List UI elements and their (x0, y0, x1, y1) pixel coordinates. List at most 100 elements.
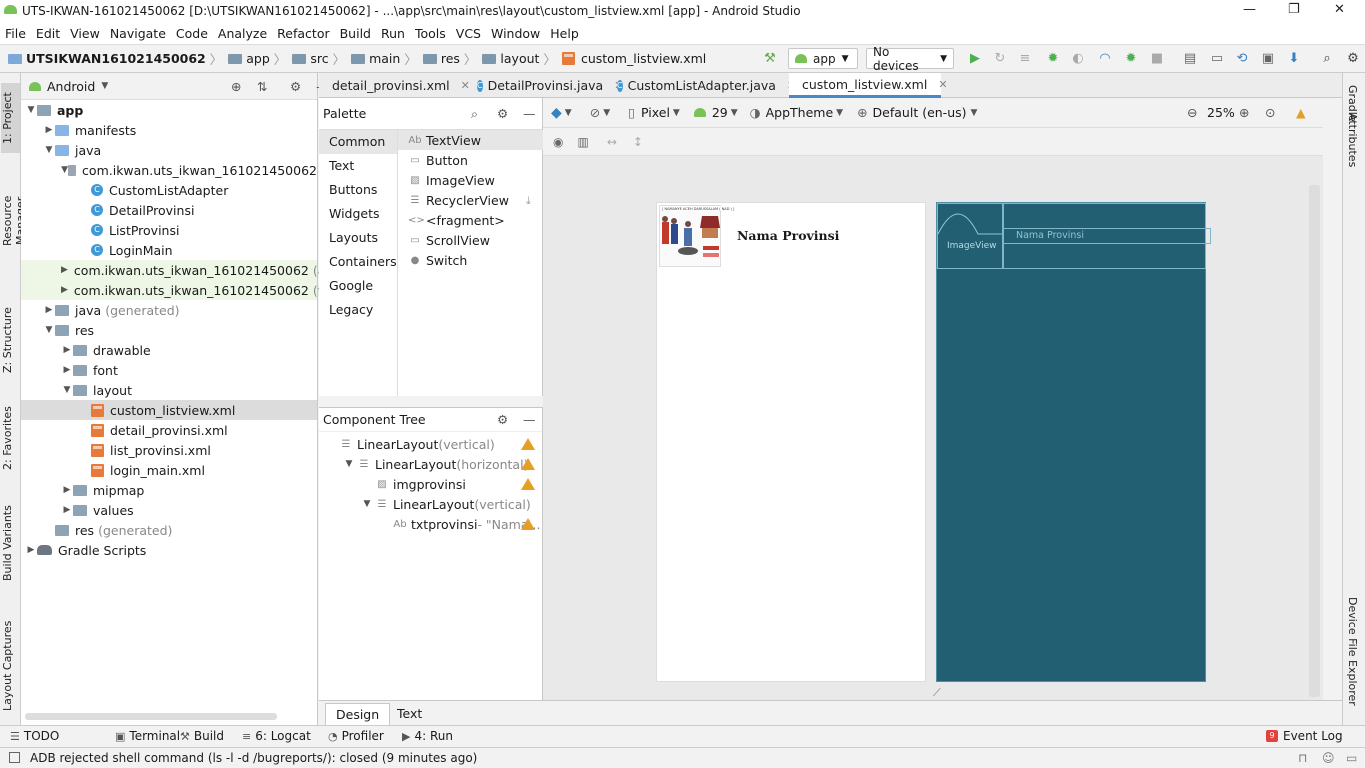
tree-item[interactable]: ▶ mipmap (21, 480, 317, 500)
chevron-down-icon[interactable]: ▼ (836, 108, 843, 118)
settings-icon[interactable]: ⚙ (1345, 51, 1361, 67)
palette-item[interactable]: <> <fragment> (398, 210, 544, 230)
chevron-down-icon[interactable]: ▼ (61, 165, 68, 175)
menu-code[interactable]: Code (176, 26, 208, 41)
event-log-button[interactable]: Event Log (1283, 729, 1343, 743)
imageview-blueprint[interactable]: ImageView (937, 203, 1003, 269)
warning-icon[interactable] (521, 478, 535, 490)
chevron-right-icon[interactable]: ▶ (61, 365, 73, 375)
tree-item[interactable]: login_main.xml (21, 460, 317, 480)
breadcrumb-layout[interactable]: layout (500, 51, 539, 66)
palette-category-google[interactable]: Google (319, 274, 397, 298)
tree-item[interactable]: C CustomListAdapter (21, 180, 317, 200)
theme-select[interactable]: AppTheme (766, 105, 834, 120)
tool-tab-device-file-explorer[interactable]: Device File Explorer (1346, 597, 1359, 706)
breadcrumb-app[interactable]: app (246, 51, 270, 66)
avd-manager-icon[interactable]: ▭ (1209, 51, 1225, 67)
menu-refactor[interactable]: Refactor (277, 26, 329, 41)
tree-item[interactable]: ▶ Gradle Scripts (21, 540, 317, 560)
palette-category-legacy[interactable]: Legacy (319, 298, 397, 322)
layout-inspector-icon[interactable]: ⬇ (1286, 51, 1302, 67)
tool-window-button[interactable]: ≡ 6: Logcat (242, 729, 311, 743)
editor-tab[interactable]: CDetailProvinsi.java✕ (469, 73, 623, 98)
settings-icon[interactable]: ⚙ (497, 412, 508, 427)
breadcrumb-main[interactable]: main (369, 51, 400, 66)
collapse-all-icon[interactable]: ⇅ (257, 79, 267, 94)
editor-tab[interactable]: CCustomListAdapter.java✕ (609, 73, 796, 98)
tree-item[interactable]: ▼ res (21, 320, 317, 340)
imgprovinsi-preview[interactable]: [ NAMANYE ACEH DARUSSALAM ( NAD ) ] (659, 205, 734, 267)
tree-item[interactable]: list_provinsi.xml (21, 440, 317, 460)
chevron-right-icon[interactable]: ▶ (43, 125, 55, 135)
device-select[interactable]: Pixel (641, 105, 670, 120)
chevron-down-icon[interactable]: ▼ (25, 105, 37, 115)
close-icon[interactable]: ✕ (1334, 2, 1345, 17)
tree-item[interactable]: C LoginMain (21, 240, 317, 260)
breadcrumb-src[interactable]: src (310, 51, 328, 66)
tree-item[interactable]: C DetailProvinsi (21, 200, 317, 220)
menu-help[interactable]: Help (550, 26, 579, 41)
menu-edit[interactable]: Edit (36, 26, 60, 41)
menu-run[interactable]: Run (381, 26, 405, 41)
tree-item[interactable]: ▶ values (21, 500, 317, 520)
run-config-select[interactable]: app ▼ (788, 48, 858, 69)
maximize-icon[interactable]: ❐ (1288, 2, 1300, 17)
palette-category-buttons[interactable]: Buttons (319, 178, 397, 202)
settings-icon[interactable]: ⚙ (290, 79, 301, 94)
chevron-down-icon[interactable]: ▼ (731, 108, 738, 118)
stop-icon[interactable]: ■ (1149, 51, 1165, 67)
locale-select[interactable]: Default (en-us) (873, 105, 967, 120)
chevron-right-icon[interactable]: ▶ (43, 305, 55, 315)
orientation-icon[interactable]: ⊘ (590, 105, 600, 120)
tool-tab-project[interactable]: 1: Project (1, 83, 20, 153)
palette-category-widgets[interactable]: Widgets (319, 202, 397, 226)
breadcrumb-res[interactable]: res (441, 51, 460, 66)
tool-window-button[interactable]: ▣ Terminal (115, 729, 180, 743)
search-icon[interactable]: ⌕ (1319, 51, 1335, 67)
profile-icon[interactable]: ◠ (1097, 51, 1113, 67)
horizontal-scrollbar[interactable] (25, 713, 277, 720)
notifications-icon[interactable]: ▭ (1346, 751, 1357, 765)
chevron-down-icon[interactable]: ▼ (101, 81, 108, 91)
component-tree-item[interactable]: Ab txtprovinsi - "Nama... (319, 514, 541, 534)
debug-icon[interactable]: ✹ (1045, 51, 1061, 67)
tree-item[interactable]: ▶com.ikwan.uts_ikwan_161021450062(test) (21, 280, 347, 300)
zoom-in-icon[interactable]: ⊕ (1239, 105, 1249, 120)
blueprint-preview[interactable]: ImageView Nama Provinsi (936, 202, 1211, 682)
tree-item[interactable]: ▶ java (generated) (21, 300, 317, 320)
palette-item[interactable]: ▨ ImageView (398, 170, 544, 190)
tool-window-button[interactable]: ☰ TODO (10, 729, 59, 743)
warning-icon[interactable]: ▲ (1296, 105, 1306, 120)
sdk-manager-icon[interactable]: ▣ (1260, 51, 1276, 67)
menu-build[interactable]: Build (340, 26, 371, 41)
tool-window-button[interactable]: ⚒ Build (180, 729, 224, 743)
component-tree-item[interactable]: ▼ ☰ LinearLayout (horizontal) (319, 454, 541, 474)
zoom-out-icon[interactable]: ⊖ (1187, 105, 1197, 120)
tree-item[interactable]: custom_listview.xml (21, 400, 317, 420)
warning-icon[interactable] (521, 518, 535, 530)
palette-category-common[interactable]: Common (319, 130, 397, 154)
tree-item[interactable]: C ListProvinsi (21, 220, 317, 240)
tree-item[interactable]: ▼ layout (21, 380, 317, 400)
locate-icon[interactable]: ⊕ (231, 79, 241, 94)
tab-text[interactable]: Text (387, 703, 432, 725)
chevron-right-icon[interactable]: ▶ (25, 545, 37, 555)
hide-panel-icon[interactable]: — (523, 106, 536, 121)
tool-tab-layout-captures[interactable]: Layout Captures (1, 618, 20, 713)
eye-icon[interactable]: ◉ (553, 135, 563, 149)
chevron-down-icon[interactable]: ▼ (61, 385, 73, 395)
blueprint-toggle-icon[interactable]: ▥ (577, 135, 588, 149)
menu-navigate[interactable]: Navigate (110, 26, 166, 41)
component-tree-item[interactable]: ▨ imgprovinsi (319, 474, 541, 494)
component-tree-item[interactable]: ☰ LinearLayout (vertical) (319, 434, 541, 454)
apply-code-icon[interactable]: ≡ (1017, 51, 1033, 67)
chevron-down-icon[interactable]: ▼ (565, 108, 572, 118)
warning-icon[interactable] (521, 458, 535, 470)
chevron-down-icon[interactable]: ▼ (603, 108, 610, 118)
lock-icon[interactable]: ⊓ (1298, 751, 1307, 765)
tree-item[interactable]: ▶com.ikwan.uts_ikwan_161021450062(andr (21, 260, 346, 280)
menu-file[interactable]: File (5, 26, 26, 41)
hammer-icon[interactable]: ⚒ (762, 51, 778, 67)
project-structure-icon[interactable]: ▤ (1182, 51, 1198, 67)
tool-tab-build-variants[interactable]: Build Variants (1, 503, 20, 583)
